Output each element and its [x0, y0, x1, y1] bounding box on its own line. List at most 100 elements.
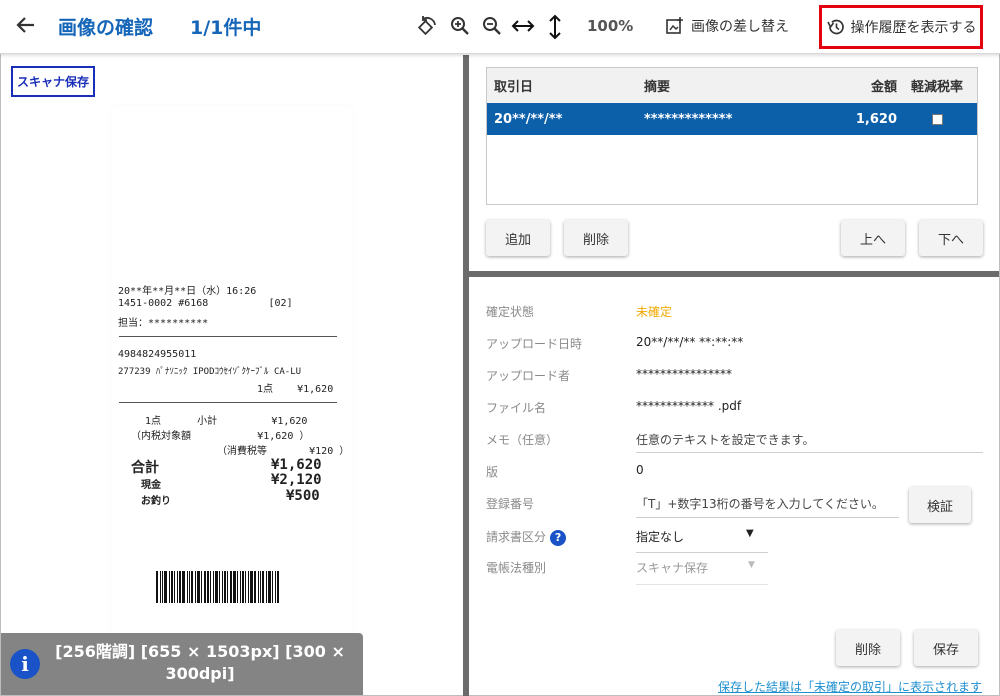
barcode-bar: [260, 571, 261, 603]
save-button[interactable]: 保存: [914, 630, 978, 666]
rotate-icon[interactable]: [415, 14, 439, 38]
zoom-out-icon[interactable]: [480, 14, 504, 38]
barcode-bar: [268, 571, 271, 603]
barcode-bar: [248, 571, 249, 603]
ledger-type-label: 電帳法種別: [486, 561, 547, 575]
image-info-text: [256階調] [655 × 1503px] [300 × 300dpi]: [45, 641, 355, 685]
upload-date-label: アップロード日時: [486, 337, 583, 351]
barcode-bar: [169, 571, 170, 603]
barcode-bar: [160, 571, 161, 603]
receipt-change-value: ¥500: [286, 488, 320, 504]
receipt-divider: [119, 336, 337, 337]
scanner-save-badge: スキャナ保存: [11, 66, 96, 97]
receipt-divider: [119, 402, 337, 403]
barcode-bar: [245, 571, 246, 603]
barcode-bar: [233, 571, 236, 603]
receipt-change-label: お釣り: [141, 496, 171, 507]
barcode-bar: [250, 571, 253, 603]
delete-row-button[interactable]: 削除: [564, 220, 628, 256]
receipt-staff: 担当：**********: [118, 318, 209, 329]
receipt-jan: 4984824955011: [118, 349, 197, 360]
barcode-bar: [227, 571, 228, 603]
delete-button[interactable]: 削除: [836, 630, 900, 666]
status-value: 未確定: [636, 305, 673, 319]
barcode-bar: [156, 571, 158, 603]
receipt-cash-value: ¥2,120: [271, 472, 322, 488]
move-up-button[interactable]: 上へ: [841, 220, 905, 256]
invoice-type-label-text: 請求書区分: [486, 530, 547, 544]
replace-image-label: 画像の差し替え: [691, 19, 789, 35]
filename-value: ************* .pdf: [636, 399, 742, 413]
table-header: 取引日 摘要 金額 軽減税率: [487, 68, 977, 103]
zoom-in-icon[interactable]: [448, 14, 472, 38]
receipt-total-value: ¥1,620: [271, 457, 322, 473]
zoom-level: 100%: [587, 17, 634, 35]
unconfirmed-transactions-link[interactable]: 保存した結果は「未確定の取引」に表示されます: [718, 678, 982, 695]
page-title: 画像の確認: [58, 17, 154, 39]
version-value: 0: [636, 463, 644, 477]
row-date: 20**/**/**: [494, 111, 563, 127]
receipt-store: 1451-0002 #6168 [02]: [118, 298, 293, 309]
barcode-bar: [258, 571, 259, 603]
add-button[interactable]: 追加: [486, 220, 550, 256]
header-date: 取引日: [494, 80, 534, 95]
registration-input[interactable]: 「T」+数字13桁の番号を入力してください。: [636, 495, 898, 512]
panel-divider[interactable]: [463, 55, 469, 696]
ledger-type-select: スキャナ保存 ▼: [636, 559, 766, 576]
barcode-bar: [174, 571, 175, 603]
table-row[interactable]: 20**/**/** ************* 1,620: [487, 103, 977, 135]
barcode-bar: [191, 571, 193, 603]
barcode-bar: [215, 571, 218, 603]
receipt-taxable: （内税対象額 ¥1,620 ）: [131, 431, 310, 442]
barcode-bar: [275, 571, 276, 603]
receipt-item: 277239 ﾊﾟﾅｿﾆｯｸ IPODｺｳｾｲｿﾞｸｹｰﾌﾞﾙ CA-LU: [118, 367, 302, 377]
filename-label: ファイル名: [486, 401, 547, 415]
barcode-bar: [197, 571, 200, 603]
receipt-barcode: [156, 571, 314, 603]
barcode-bar: [237, 571, 238, 603]
barcode-bar: [224, 571, 226, 603]
barcode-bar: [272, 571, 273, 603]
fit-width-icon[interactable]: [510, 14, 535, 38]
fit-height-icon[interactable]: [543, 14, 567, 40]
barcode-bar: [210, 571, 211, 603]
image-info-line: [256階調] [655 × 1503px] [300 ×: [55, 642, 345, 661]
barcode-bar: [201, 571, 202, 603]
memo-label: メモ（任意）: [486, 433, 559, 447]
image-preview-panel: スキャナ保存 20**年**月**日（水）16:26 1451-0002 #61…: [1, 55, 463, 695]
barcode-bar: [204, 571, 206, 603]
receipt-tax: （消費税等 ¥120 ）: [217, 446, 350, 457]
upload-date-value: 20**/**/** **:**:**: [636, 335, 744, 349]
registration-underline: [636, 517, 899, 518]
move-down-button[interactable]: 下へ: [919, 220, 983, 256]
receipt-subtotal: 1点 小計 ¥1,620: [145, 416, 308, 427]
dropdown-arrow-icon: ▼: [746, 528, 754, 539]
page-count: 1/1件中: [190, 17, 262, 39]
receipt-date: 20**年**月**日（水）16:26: [118, 286, 257, 297]
image-info-bar: i [256階調] [655 × 1503px] [300 × 300dpi]: [1, 633, 363, 695]
invoice-type-value: 指定なし: [636, 530, 685, 544]
dropdown-arrow-icon: ▼: [748, 560, 755, 570]
barcode-bar: [195, 571, 196, 603]
barcode-bar: [242, 571, 244, 603]
header-summary: 摘要: [644, 80, 671, 95]
reduced-tax-checkbox[interactable]: [931, 113, 943, 125]
invoice-type-select[interactable]: 指定なし ▼: [636, 528, 766, 545]
show-history-button[interactable]: 操作履歴を表示する: [819, 5, 983, 49]
barcode-bar: [254, 571, 256, 603]
header-reduced-tax: 軽減税率: [910, 80, 963, 95]
barcode-bar: [177, 571, 178, 603]
replace-image-button[interactable]: 画像の差し替え: [665, 14, 789, 38]
receipt-item-qty: 1点 ¥1,620: [257, 384, 334, 395]
memo-underline: [636, 452, 983, 453]
verify-button[interactable]: 検証: [909, 487, 971, 523]
back-arrow-icon[interactable]: [14, 12, 38, 38]
barcode-bar: [182, 571, 185, 603]
history-icon: [826, 19, 844, 35]
section-divider[interactable]: [469, 271, 999, 277]
memo-field[interactable]: 任意のテキストを設定できます。: [636, 431, 981, 448]
barcode-bar: [179, 571, 181, 603]
header-amount: 金額: [870, 80, 897, 95]
barcode-bar: [207, 571, 209, 603]
help-icon[interactable]: ?: [550, 529, 567, 546]
